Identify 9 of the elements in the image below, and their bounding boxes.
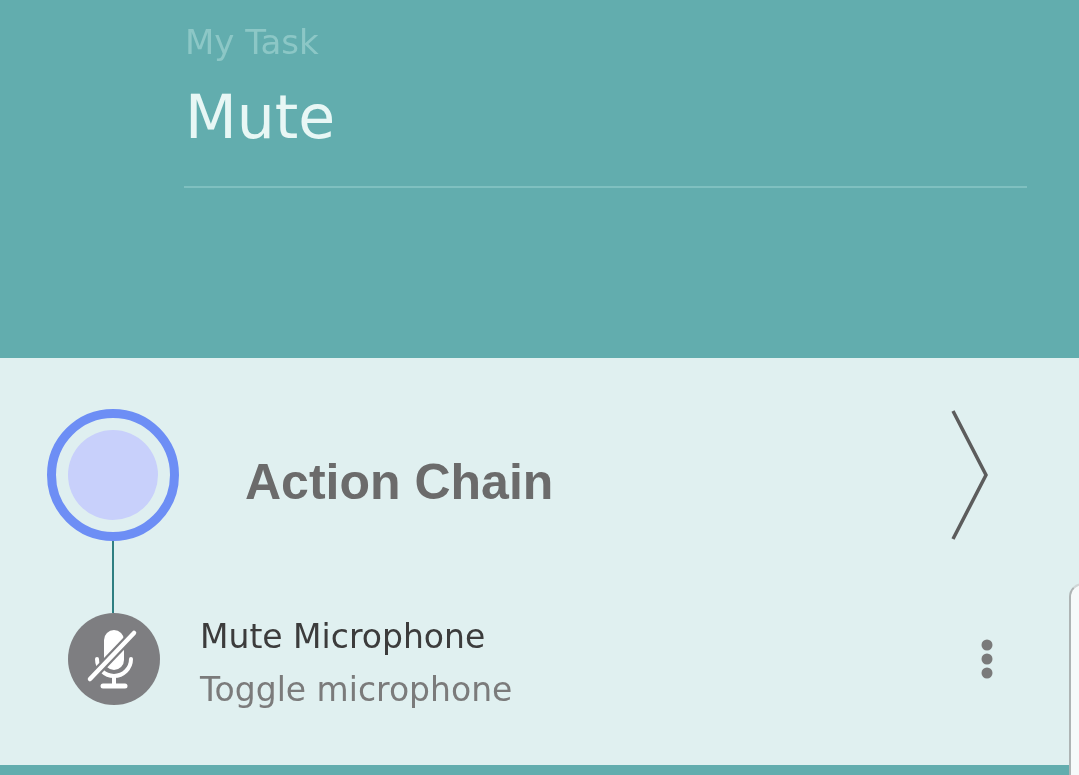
task-name-field[interactable]: Mute (184, 84, 1027, 188)
action-subtitle: Toggle microphone (200, 669, 513, 711)
connector-line (112, 541, 114, 613)
more-vertical-icon (981, 639, 993, 679)
chain-title: Action Chain (245, 453, 554, 512)
mic-off-icon (68, 613, 160, 705)
action-title: Mute Microphone (200, 616, 487, 658)
ring-node-icon (47, 409, 179, 541)
chevron-right-icon[interactable] (951, 409, 989, 541)
